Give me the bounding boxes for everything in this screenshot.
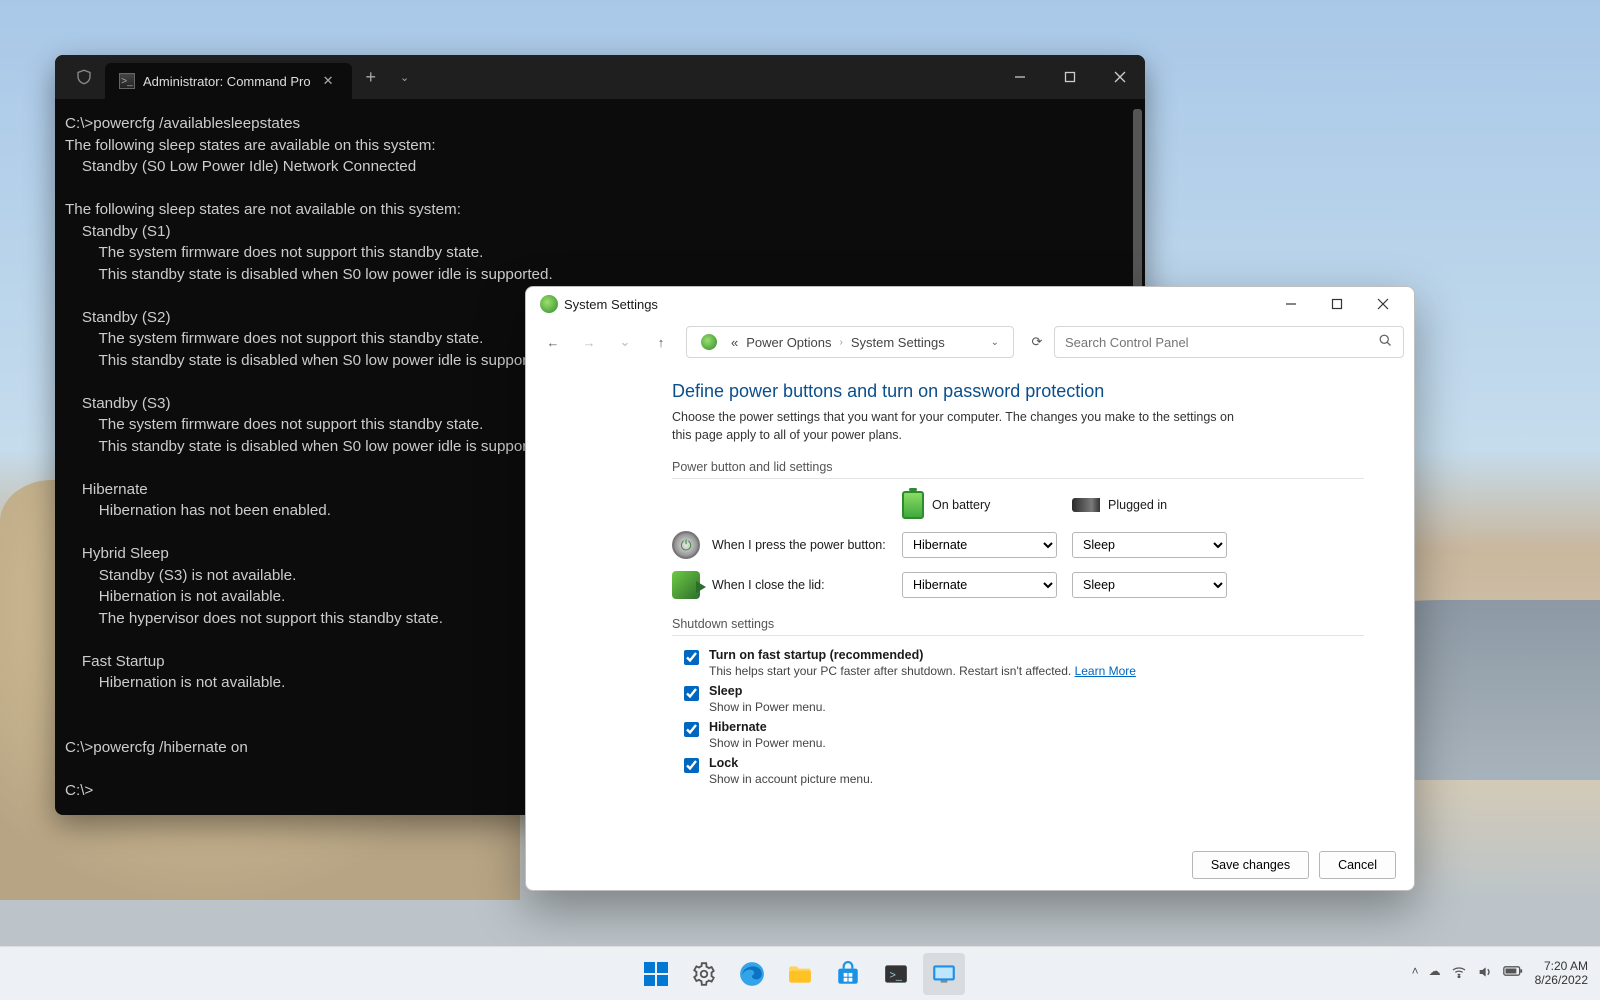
power-grid: On battery Plugged in When I press the p… xyxy=(672,491,1364,599)
shutdown-checkbox[interactable] xyxy=(684,758,699,773)
minimize-button[interactable] xyxy=(995,55,1045,99)
search-icon[interactable] xyxy=(1378,333,1393,351)
time-text: 7:20 AM xyxy=(1535,959,1588,973)
close-button[interactable] xyxy=(1360,289,1406,319)
shutdown-item: Sleep Show in Power menu. xyxy=(684,684,1364,714)
shutdown-item: Turn on fast startup (recommended) This h… xyxy=(684,648,1364,678)
power-button-icon xyxy=(672,531,700,559)
close-button[interactable] xyxy=(1095,55,1145,99)
tray-battery-icon[interactable] xyxy=(1503,964,1523,983)
lid-battery-select[interactable]: Hibernate xyxy=(902,572,1057,598)
settings-navbar: ← → ⌄ ↑ « Power Options › System Setting… xyxy=(526,321,1414,363)
row-power-button: When I press the power button: xyxy=(672,531,902,559)
breadcrumb-item[interactable]: System Settings xyxy=(851,335,945,350)
shutdown-item-desc: Show in Power menu. xyxy=(709,700,826,714)
taskbar-clock[interactable]: 7:20 AM 8/26/2022 xyxy=(1535,959,1592,988)
shutdown-item-title: Turn on fast startup (recommended) xyxy=(709,648,1136,662)
maximize-button[interactable] xyxy=(1045,55,1095,99)
column-plugged-in: Plugged in xyxy=(1072,498,1242,512)
search-input[interactable] xyxy=(1065,335,1370,350)
breadcrumb-pre: « xyxy=(731,335,738,350)
save-changes-button[interactable]: Save changes xyxy=(1192,851,1309,879)
settings-footer: Save changes Cancel xyxy=(526,840,1414,890)
taskbar-explorer-icon[interactable] xyxy=(779,953,821,995)
shutdown-item: Lock Show in account picture menu. xyxy=(684,756,1364,786)
row-label-text: When I close the lid: xyxy=(712,578,825,592)
tab-close-button[interactable]: ✕ xyxy=(319,71,338,91)
column-on-battery: On battery xyxy=(902,491,1072,519)
minimize-button[interactable] xyxy=(1268,289,1314,319)
maximize-button[interactable] xyxy=(1314,289,1360,319)
nav-recent-chevron-icon[interactable]: ⌄ xyxy=(608,326,642,358)
settings-window: System Settings ← → ⌄ ↑ « Power Options … xyxy=(525,286,1415,891)
shutdown-item-title: Lock xyxy=(709,756,873,770)
address-bar[interactable]: « Power Options › System Settings ⌄ xyxy=(686,326,1014,358)
lid-plugged-select[interactable]: Sleep xyxy=(1072,572,1227,598)
column-label: On battery xyxy=(932,498,990,512)
section-label-shutdown: Shutdown settings xyxy=(672,617,1364,636)
refresh-icon[interactable]: ⟳ xyxy=(1022,326,1052,358)
taskbar[interactable]: >_ ˄ ☁ 7:20 AM 8/26/2022 xyxy=(0,946,1600,1000)
power-button-battery-select[interactable]: Hibernate xyxy=(902,532,1057,558)
cmd-icon: >_ xyxy=(119,73,135,89)
tab-menu-chevron-icon[interactable]: ⌄ xyxy=(390,71,419,84)
settings-titlebar[interactable]: System Settings xyxy=(526,287,1414,321)
learn-more-link[interactable]: Learn More xyxy=(1075,664,1136,678)
shutdown-item-desc: Show in account picture menu. xyxy=(709,772,873,786)
system-tray[interactable]: ˄ ☁ 7:20 AM 8/26/2022 xyxy=(1412,946,1592,1000)
taskbar-edge-icon[interactable] xyxy=(731,953,773,995)
shutdown-checkbox[interactable] xyxy=(684,686,699,701)
shutdown-checkbox[interactable] xyxy=(684,722,699,737)
page-subtext: Choose the power settings that you want … xyxy=(672,408,1252,444)
nav-forward-icon: → xyxy=(572,326,606,358)
uac-shield-icon xyxy=(73,66,95,88)
tray-wifi-icon[interactable] xyxy=(1451,964,1467,983)
battery-icon xyxy=(902,491,924,519)
shutdown-item-desc: This helps start your PC faster after sh… xyxy=(709,664,1136,678)
svg-text:>_: >_ xyxy=(890,969,903,981)
new-tab-button[interactable]: + xyxy=(352,67,391,88)
shutdown-item-title: Hibernate xyxy=(709,720,826,734)
taskbar-settings-icon[interactable] xyxy=(683,953,725,995)
terminal-titlebar[interactable]: >_ Administrator: Command Pro ✕ + ⌄ xyxy=(55,55,1145,99)
settings-window-title: System Settings xyxy=(564,297,658,312)
taskbar-terminal-icon[interactable]: >_ xyxy=(875,953,917,995)
tray-onedrive-icon[interactable]: ☁ xyxy=(1429,964,1441,983)
section-label-power: Power button and lid settings xyxy=(672,460,1364,479)
power-button-plugged-select[interactable]: Sleep xyxy=(1072,532,1227,558)
shutdown-item-title: Sleep xyxy=(709,684,826,698)
tab-title: Administrator: Command Pro xyxy=(143,74,311,89)
breadcrumb-item[interactable]: Power Options xyxy=(746,335,831,350)
taskbar-control-panel-icon[interactable] xyxy=(923,953,965,995)
shutdown-item: Hibernate Show in Power menu. xyxy=(684,720,1364,750)
nav-up-icon[interactable]: ↑ xyxy=(644,326,678,358)
page-heading: Define power buttons and turn on passwor… xyxy=(672,381,1364,402)
shutdown-item-desc: Show in Power menu. xyxy=(709,736,826,750)
power-plan-icon xyxy=(540,295,558,313)
nav-back-icon[interactable]: ← xyxy=(536,326,570,358)
start-button[interactable] xyxy=(635,953,677,995)
search-box[interactable] xyxy=(1054,326,1404,358)
taskbar-store-icon[interactable] xyxy=(827,953,869,995)
terminal-tab[interactable]: >_ Administrator: Command Pro ✕ xyxy=(105,63,352,99)
shutdown-checkbox[interactable] xyxy=(684,650,699,665)
date-text: 8/26/2022 xyxy=(1535,973,1588,987)
row-label-text: When I press the power button: xyxy=(712,538,886,552)
plug-icon xyxy=(1072,498,1100,512)
column-label: Plugged in xyxy=(1108,498,1167,512)
lid-icon xyxy=(672,571,700,599)
chevron-right-icon: › xyxy=(840,337,843,348)
shutdown-settings-list: Turn on fast startup (recommended) This h… xyxy=(672,648,1364,786)
settings-content: Define power buttons and turn on passwor… xyxy=(526,363,1414,840)
tray-volume-icon[interactable] xyxy=(1477,964,1493,983)
address-history-chevron-icon[interactable]: ⌄ xyxy=(985,333,1005,352)
row-close-lid: When I close the lid: xyxy=(672,571,902,599)
cancel-button[interactable]: Cancel xyxy=(1319,851,1396,879)
taskbar-center: >_ xyxy=(635,953,965,995)
tray-chevron-up-icon[interactable]: ˄ xyxy=(1412,964,1419,983)
power-plan-icon xyxy=(701,334,717,350)
